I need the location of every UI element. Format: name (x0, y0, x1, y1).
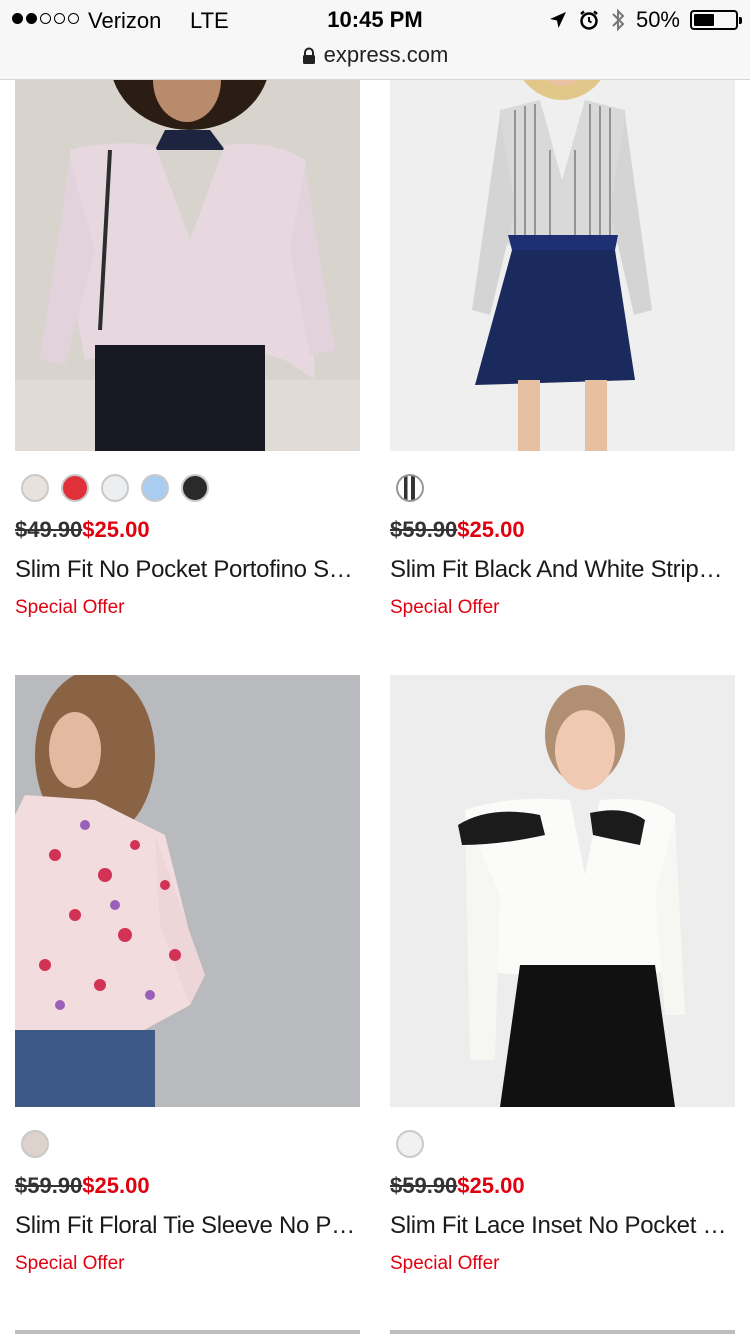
original-price: $59.90 (390, 517, 458, 542)
color-swatch[interactable] (141, 474, 169, 502)
original-price: $59.90 (390, 1173, 458, 1198)
price: $59.90$25.00 (390, 1173, 525, 1199)
url-bar[interactable]: express.com (0, 42, 750, 68)
sale-price: $25.00 (82, 517, 150, 542)
sale-price: $25.00 (82, 1173, 150, 1198)
color-swatch[interactable] (181, 474, 209, 502)
product-image[interactable] (15, 675, 360, 1107)
product-name[interactable]: Slim Fit Floral Tie Sleeve No Pocket Shi… (15, 1212, 360, 1240)
product-name[interactable]: Slim Fit Black And White Stripe Shirt (390, 556, 735, 584)
sale-price: $25.00 (457, 1173, 525, 1198)
color-swatches (21, 1130, 49, 1158)
next-product-image-edge[interactable] (15, 1330, 360, 1334)
product-image[interactable] (390, 675, 735, 1107)
special-offer-label[interactable]: Special Offer (390, 1253, 499, 1275)
url-domain: express.com (323, 42, 449, 67)
color-swatch[interactable] (396, 474, 424, 502)
product-name[interactable]: Slim Fit Lace Inset No Pocket Shirt (390, 1212, 735, 1240)
battery-level (694, 14, 714, 26)
browser-top-bar: Verizon LTE 10:45 PM 50% express.com (0, 0, 750, 80)
color-swatch[interactable] (21, 1130, 49, 1158)
color-swatch[interactable] (21, 474, 49, 502)
status-bar: Verizon LTE 10:45 PM 50% (0, 0, 750, 42)
next-product-image-edge[interactable] (390, 1330, 735, 1334)
bluetooth-icon (612, 8, 625, 32)
price: $59.90$25.00 (390, 517, 525, 543)
product-card[interactable]: $59.90$25.00 Slim Fit Black And White St… (390, 0, 735, 640)
color-swatch[interactable] (61, 474, 89, 502)
special-offer-label[interactable]: Special Offer (15, 1253, 124, 1275)
product-card[interactable]: $59.90$25.00 Slim Fit Lace Inset No Pock… (390, 675, 735, 1315)
price: $49.90$25.00 (15, 517, 150, 543)
color-swatch[interactable] (396, 1130, 424, 1158)
color-swatches (396, 474, 424, 502)
sale-price: $25.00 (457, 517, 525, 542)
battery-icon (690, 10, 742, 30)
price: $59.90$25.00 (15, 1173, 150, 1199)
product-card[interactable]: $59.90$25.00 Slim Fit Floral Tie Sleeve … (15, 675, 360, 1315)
status-right-group: 50% (548, 7, 742, 33)
battery-percent: 50% (635, 7, 680, 32)
product-card[interactable]: $49.90$25.00 Slim Fit No Pocket Portofin… (15, 0, 360, 640)
special-offer-label[interactable]: Special Offer (390, 597, 499, 619)
original-price: $49.90 (15, 517, 83, 542)
color-swatch[interactable] (101, 474, 129, 502)
product-name[interactable]: Slim Fit No Pocket Portofino Shirt (15, 556, 360, 584)
color-swatches (21, 474, 209, 502)
location-arrow-icon (549, 12, 566, 28)
lock-icon (302, 47, 315, 65)
special-offer-label[interactable]: Special Offer (15, 597, 124, 619)
alarm-icon (580, 10, 598, 30)
original-price: $59.90 (15, 1173, 83, 1198)
color-swatches (396, 1130, 424, 1158)
